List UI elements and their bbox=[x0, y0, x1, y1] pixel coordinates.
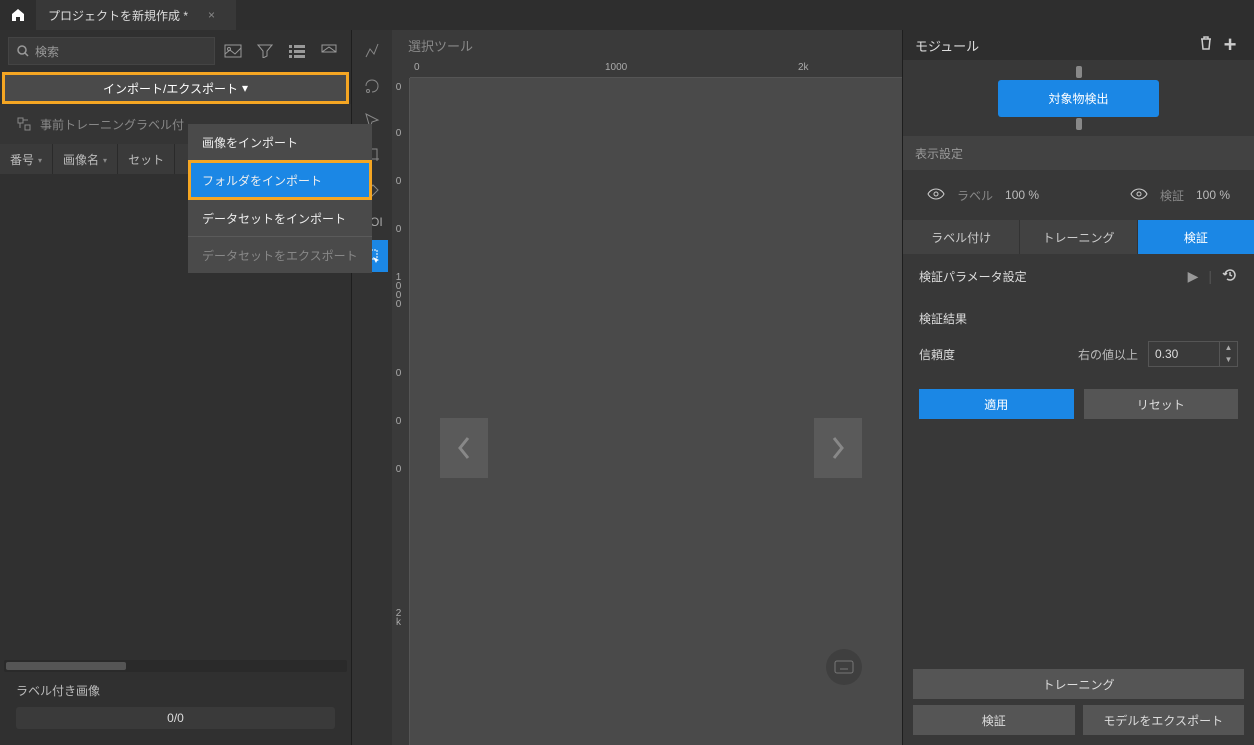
apply-button[interactable]: 適用 bbox=[919, 389, 1074, 419]
list-icon[interactable] bbox=[283, 37, 311, 65]
image-icon[interactable] bbox=[219, 37, 247, 65]
history-icon[interactable] bbox=[1222, 267, 1238, 286]
import-export-menu: 画像をインポート フォルダをインポート データセットをインポート データセットを… bbox=[188, 124, 372, 273]
footer-training-button[interactable]: トレーニング bbox=[913, 669, 1244, 699]
home-button[interactable] bbox=[0, 0, 36, 30]
close-tab-icon[interactable]: × bbox=[208, 8, 215, 22]
tab-labeling[interactable]: ラベル付け bbox=[903, 220, 1019, 254]
menu-import-folder[interactable]: フォルダをインポート bbox=[188, 160, 372, 200]
horizontal-scrollbar[interactable] bbox=[4, 660, 347, 672]
canvas-stage[interactable] bbox=[410, 78, 902, 745]
labeled-progress: 0/0 bbox=[16, 707, 335, 729]
confidence-label: 信頼度 bbox=[919, 346, 1068, 363]
confidence-condition: 右の値以上 bbox=[1078, 346, 1138, 363]
tool-lasso[interactable] bbox=[356, 70, 388, 102]
vis-label-pct: 100 % bbox=[1005, 188, 1039, 202]
play-icon[interactable]: ▶ bbox=[1188, 268, 1199, 285]
vis-label-text: ラベル bbox=[957, 187, 993, 204]
eye-icon[interactable] bbox=[927, 188, 945, 203]
canvas-title: 選択ツール bbox=[392, 30, 902, 60]
keyboard-icon[interactable] bbox=[826, 649, 862, 685]
tab-verify[interactable]: 検証 bbox=[1138, 220, 1254, 254]
grid-icon[interactable] bbox=[315, 37, 343, 65]
reset-button[interactable]: リセット bbox=[1084, 389, 1239, 419]
param-header-label: 検証パラメータ設定 bbox=[919, 268, 1027, 285]
chevron-down-icon: ▾ bbox=[242, 81, 248, 95]
add-icon[interactable]: + bbox=[1218, 32, 1242, 58]
footer-export-button[interactable]: モデルをエクスポート bbox=[1083, 705, 1245, 735]
footer-verify-button[interactable]: 検証 bbox=[913, 705, 1075, 735]
node-connector-bottom bbox=[1076, 118, 1082, 130]
eye-icon[interactable] bbox=[1130, 188, 1148, 203]
project-tab[interactable]: プロジェクトを新規作成 * × bbox=[36, 0, 236, 30]
node-connector-top bbox=[1076, 66, 1082, 78]
col-set[interactable]: セット bbox=[118, 144, 175, 174]
search-placeholder: 検索 bbox=[35, 43, 59, 60]
verify-result-label: 検証結果 bbox=[903, 298, 1254, 335]
step-up-icon[interactable]: ▲ bbox=[1220, 342, 1237, 354]
tab-training[interactable]: トレーニング bbox=[1019, 220, 1137, 254]
ruler-vertical: 0 0 0 0 1000 0 0 0 2k bbox=[392, 78, 410, 745]
vis-verify-pct: 100 % bbox=[1196, 188, 1230, 202]
col-number[interactable]: 番号 bbox=[0, 144, 53, 174]
prev-image-button[interactable] bbox=[440, 418, 488, 478]
module-title: モジュール bbox=[915, 36, 1194, 55]
import-export-dropdown[interactable]: インポート/エクスポート▾ bbox=[2, 72, 349, 104]
trash-icon[interactable] bbox=[1194, 35, 1218, 56]
display-settings-header[interactable]: 表示設定 bbox=[903, 136, 1254, 170]
labeled-images-label: ラベル付き画像 bbox=[16, 682, 335, 699]
search-input[interactable]: 検索 bbox=[8, 37, 215, 65]
tool-polyline[interactable] bbox=[356, 36, 388, 68]
vis-verify-text: 検証 bbox=[1160, 187, 1184, 204]
menu-export-dataset[interactable]: データセットをエクスポート bbox=[188, 237, 372, 273]
next-image-button[interactable] bbox=[814, 418, 862, 478]
filter-icon[interactable] bbox=[251, 37, 279, 65]
ruler-horizontal: 0 1000 2k bbox=[410, 60, 902, 78]
menu-import-dataset[interactable]: データセットをインポート bbox=[188, 200, 372, 236]
menu-import-image[interactable]: 画像をインポート bbox=[188, 124, 372, 160]
confidence-input[interactable]: 0.30 ▲▼ bbox=[1148, 341, 1238, 367]
step-down-icon[interactable]: ▼ bbox=[1220, 354, 1237, 366]
col-image-name[interactable]: 画像名 bbox=[53, 144, 118, 174]
detection-node[interactable]: 対象物検出 bbox=[998, 80, 1158, 117]
tab-title: プロジェクトを新規作成 * bbox=[48, 7, 188, 24]
